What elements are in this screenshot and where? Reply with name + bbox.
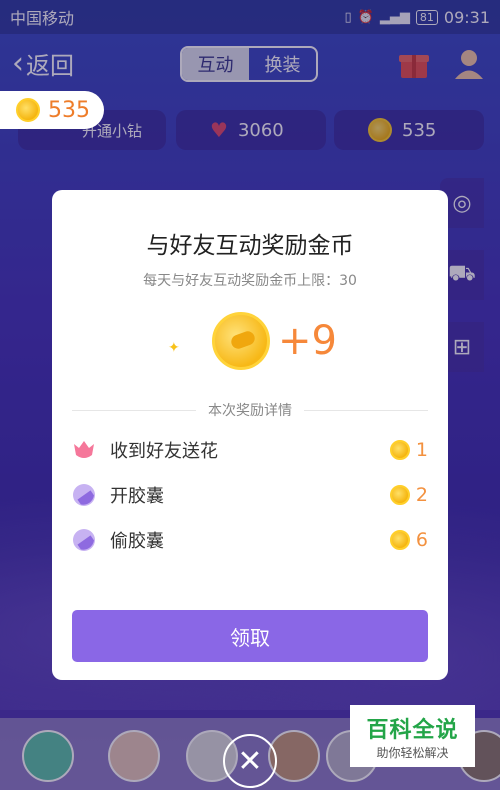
reward-row-label: 开胶囊 bbox=[110, 486, 164, 507]
coin-balance-pill: 535 bbox=[0, 91, 104, 129]
flower-icon bbox=[74, 441, 94, 458]
close-button[interactable]: ✕ bbox=[223, 734, 277, 788]
watermark-logo: 百科全说 助你轻松解决 bbox=[350, 705, 475, 767]
coin-icon bbox=[389, 440, 410, 460]
close-icon: ✕ bbox=[237, 743, 263, 779]
watermark-title: 百科全说 bbox=[366, 717, 459, 743]
section-label: 本次奖励详情 bbox=[208, 403, 292, 419]
reward-row: 开胶囊 2 bbox=[72, 477, 428, 513]
reward-row-label: 收到好友送花 bbox=[110, 441, 218, 462]
capsule-icon bbox=[73, 484, 95, 506]
sparkle-icon: ✦ bbox=[168, 340, 180, 356]
capsule-icon bbox=[73, 529, 95, 551]
reward-row-label: 偷胶囊 bbox=[110, 531, 164, 552]
dialog-title: 与好友互动奖励金币 bbox=[146, 233, 354, 259]
coin-icon bbox=[16, 98, 40, 122]
dialog-subtitle: 每天与好友互动奖励金币上限：30 bbox=[143, 273, 357, 289]
coin-icon bbox=[389, 530, 410, 550]
reward-row: 偷胶囊 6 bbox=[72, 522, 428, 558]
reward-row-value: 2 bbox=[415, 484, 428, 506]
reward-row: 收到好友送花 1 bbox=[72, 432, 428, 468]
coin-balance: 535 bbox=[48, 97, 90, 123]
section-divider: 本次奖励详情 bbox=[72, 400, 428, 420]
reward-row-value: 1 bbox=[415, 439, 428, 461]
watermark-subtitle: 助你轻松解决 bbox=[376, 745, 449, 760]
reward-dialog: 与好友互动奖励金币 每天与好友互动奖励金币上限：30 ✦ ✦ ✦ +9 本次奖励… bbox=[52, 190, 448, 680]
reward-row-value: 6 bbox=[415, 529, 428, 551]
reward-amount: +9 bbox=[278, 318, 337, 364]
claim-button[interactable]: 领取 bbox=[72, 610, 428, 662]
coin-icon bbox=[389, 485, 410, 505]
big-coin-icon bbox=[212, 312, 270, 370]
